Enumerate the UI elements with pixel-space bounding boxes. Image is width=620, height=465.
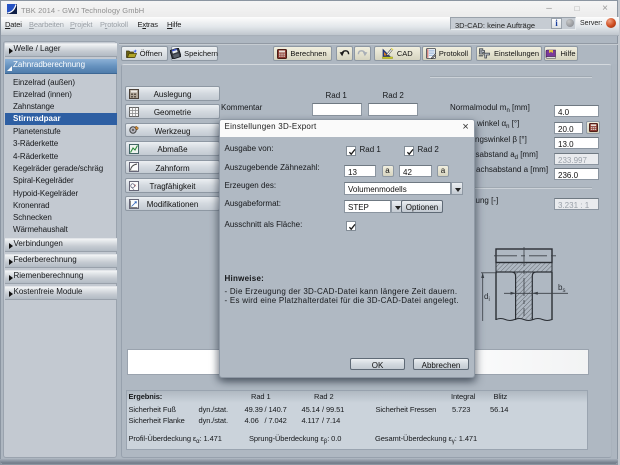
svg-text:bs: bs <box>558 283 565 294</box>
svg-text:x: x <box>134 182 136 187</box>
svg-text:di: di <box>484 292 490 303</box>
